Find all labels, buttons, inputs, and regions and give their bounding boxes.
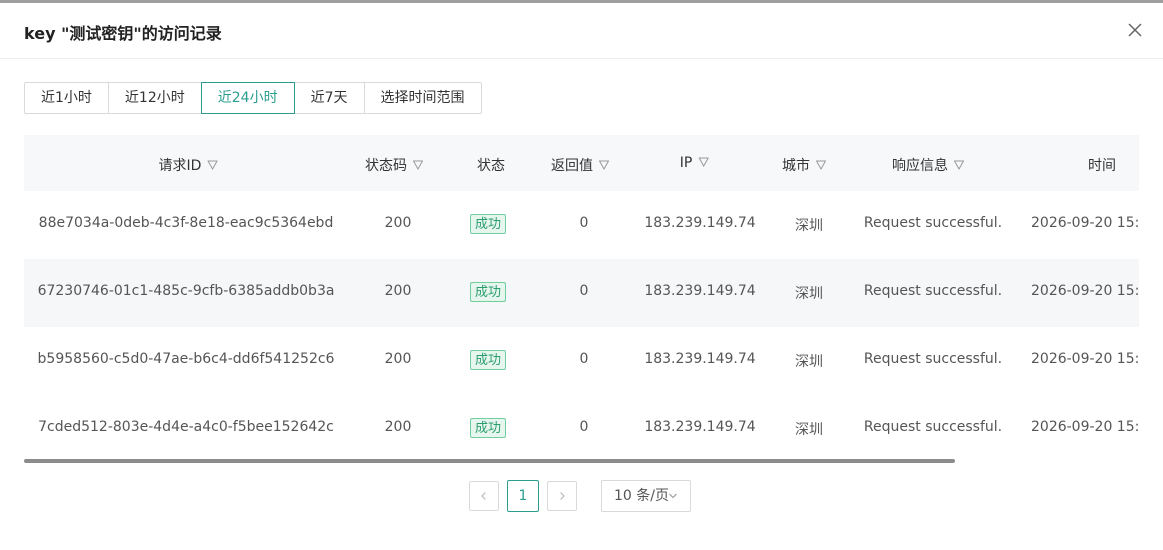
cell-request-id: 7cded512-803e-4d4e-a4c0-f5bee152642c	[38, 419, 334, 435]
cell-city: 深圳	[795, 286, 823, 302]
filter-icon[interactable]	[698, 157, 709, 167]
cell-ip: 183.239.149.74	[644, 351, 756, 367]
table-header: 请求ID 状态码 状态 返回值 IP 城市 响应信息 时间	[24, 135, 1139, 191]
filter-icon[interactable]	[413, 160, 423, 170]
chevron-left-icon	[481, 492, 486, 500]
cell-request-id: 67230746-01c1-485c-9cfb-6385addb0b3a	[37, 283, 335, 299]
page-size-label: 10 条/页	[614, 488, 669, 504]
cell-request-id: 88e7034a-0deb-4c3f-8e18-eac9c5364ebd	[38, 215, 334, 231]
status-badge: 成功	[469, 418, 507, 438]
cell-return-value: 0	[579, 419, 589, 435]
modal-title: key "测试密钥"的访问记录	[24, 24, 222, 43]
column-header-city[interactable]: 城市	[782, 155, 826, 175]
cell-time: 2026-09-20 15:0	[1031, 351, 1139, 367]
cell-return-value: 0	[579, 215, 589, 231]
column-header-status-code[interactable]: 状态码	[365, 155, 423, 175]
range-custom-button[interactable]: 选择时间范围	[363, 82, 482, 114]
cell-response: Request successful.	[863, 283, 1003, 299]
column-header-ip[interactable]: IP	[680, 155, 709, 171]
column-header-time: 时间	[1088, 158, 1116, 174]
filter-icon[interactable]	[816, 160, 826, 170]
close-button[interactable]	[1125, 20, 1145, 40]
cell-status-code: 200	[384, 283, 412, 299]
prev-page-button[interactable]	[469, 481, 499, 511]
range-24h-button[interactable]: 近24小时	[200, 82, 295, 114]
column-header-status: 状态	[477, 158, 505, 174]
range-12h-button[interactable]: 近12小时	[107, 82, 202, 114]
cell-return-value: 0	[579, 351, 589, 367]
status-badge: 成功	[469, 282, 507, 302]
access-log-modal: key "测试密钥"的访问记录 近1小时 近12小时 近24小时 近7天 选择时…	[0, 0, 1163, 550]
modal-header: key "测试密钥"的访问记录	[0, 3, 1163, 59]
cell-response: Request successful.	[863, 351, 1003, 367]
filter-icon[interactable]	[954, 160, 964, 170]
cell-response: Request successful.	[863, 419, 1003, 435]
column-header-return-value[interactable]: 返回值	[551, 155, 609, 175]
cell-response: Request successful.	[863, 215, 1003, 231]
page-size-select[interactable]: 10 条/页	[601, 480, 691, 512]
range-1h-button[interactable]: 近1小时	[24, 82, 109, 114]
cell-ip: 183.239.149.74	[644, 283, 756, 299]
cell-time: 2026-09-20 15:0	[1031, 215, 1139, 231]
table-row[interactable]: 67230746-01c1-485c-9cfb-6385addb0b3a 200…	[24, 259, 1139, 327]
status-badge-label: 成功	[469, 418, 507, 438]
cell-time: 2026-09-20 15:0	[1031, 419, 1139, 435]
cell-status-code: 200	[384, 351, 412, 367]
cell-request-id: b5958560-c5d0-47ae-b6c4-dd6f541252c6	[37, 351, 335, 367]
filter-icon[interactable]	[599, 160, 609, 170]
range-7d-button[interactable]: 近7天	[293, 82, 365, 114]
chevron-right-icon	[560, 492, 565, 500]
access-log-table: 请求ID 状态码 状态 返回值 IP 城市 响应信息 时间 88e7034a-0…	[24, 135, 1139, 465]
page-number-button[interactable]: 1	[507, 480, 539, 512]
filter-icon[interactable]	[207, 160, 218, 170]
status-badge-label: 成功	[469, 350, 507, 370]
cell-ip: 183.239.149.74	[644, 215, 756, 231]
status-badge-label: 成功	[469, 214, 507, 234]
cell-time: 2026-09-20 15:0	[1031, 283, 1139, 299]
table-row[interactable]: b5958560-c5d0-47ae-b6c4-dd6f541252c6 200…	[24, 327, 1139, 395]
cell-ip: 183.239.149.74	[644, 419, 756, 435]
cell-city: 深圳	[795, 218, 823, 234]
close-icon	[1128, 23, 1142, 37]
table-row[interactable]: 88e7034a-0deb-4c3f-8e18-eac9c5364ebd 200…	[24, 191, 1139, 259]
chevron-down-icon	[668, 491, 678, 501]
pagination: 1 10 条/页	[469, 480, 691, 512]
status-badge-label: 成功	[469, 282, 507, 302]
cell-city: 深圳	[795, 422, 823, 438]
cell-status-code: 200	[384, 419, 412, 435]
time-range-group: 近1小时 近12小时 近24小时 近7天 选择时间范围	[24, 82, 482, 114]
cell-status-code: 200	[384, 215, 412, 231]
cell-return-value: 0	[579, 283, 589, 299]
horizontal-scrollbar[interactable]	[24, 459, 955, 463]
column-header-request-id[interactable]: 请求ID	[159, 155, 218, 175]
table-row[interactable]: 7cded512-803e-4d4e-a4c0-f5bee152642c 200…	[24, 395, 1139, 463]
status-badge: 成功	[469, 214, 507, 234]
column-header-response[interactable]: 响应信息	[892, 155, 964, 175]
status-badge: 成功	[469, 350, 507, 370]
cell-city: 深圳	[795, 354, 823, 370]
next-page-button[interactable]	[547, 481, 577, 511]
